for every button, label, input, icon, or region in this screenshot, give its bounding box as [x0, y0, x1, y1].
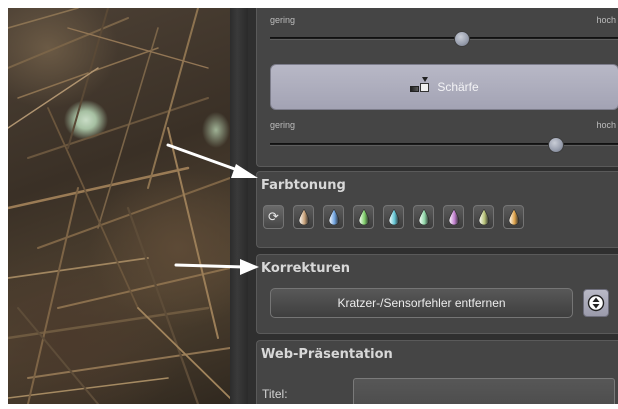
annotation-arrows: [166, 143, 259, 275]
arrow-to-farbtonung: [166, 143, 258, 178]
arrow-to-korrekturen: [174, 259, 259, 275]
